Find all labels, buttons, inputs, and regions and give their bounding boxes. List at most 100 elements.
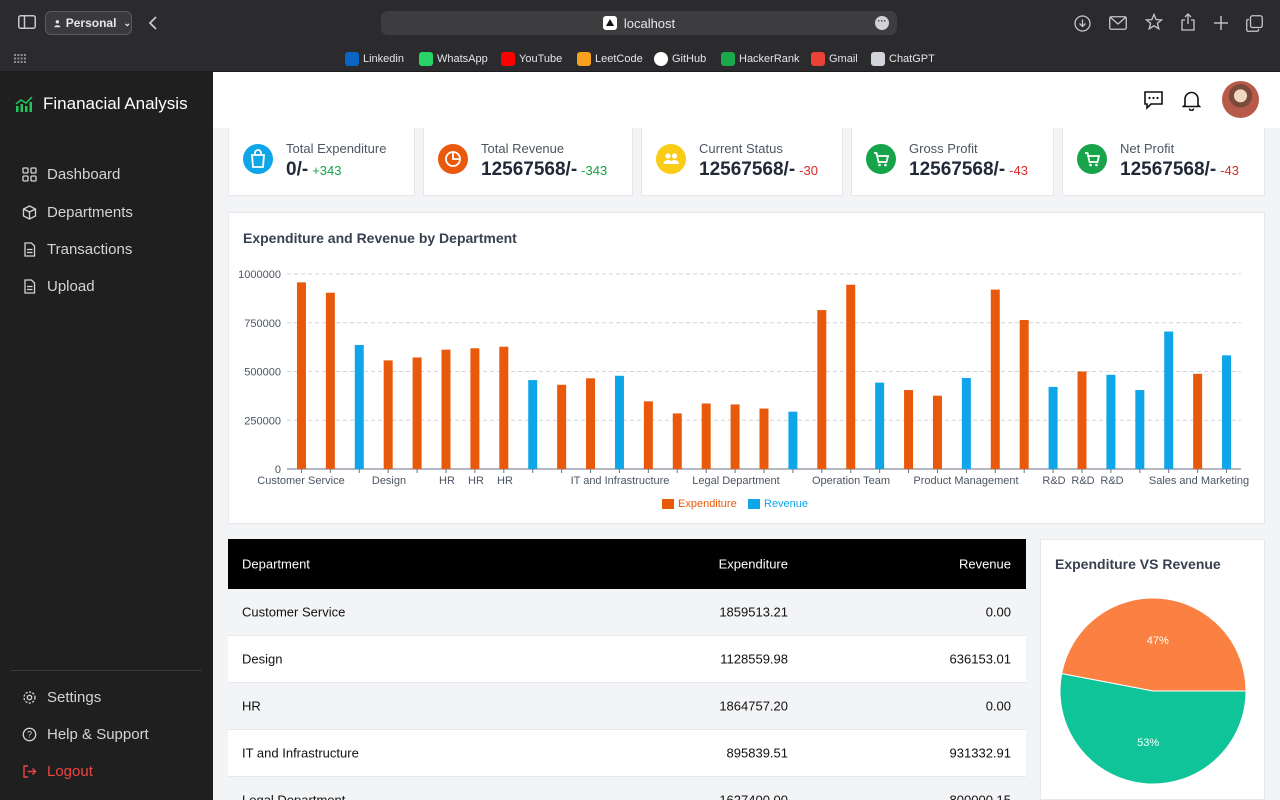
- stat-delta: -30: [799, 163, 818, 178]
- x-tick-label: Design: [372, 475, 406, 487]
- download-icon[interactable]: [1073, 14, 1091, 32]
- x-tick-label: R&D: [1071, 475, 1094, 487]
- avatar[interactable]: [1222, 81, 1259, 118]
- bookmark-github[interactable]: GitHub: [654, 52, 706, 66]
- sidebar-item-dashboard[interactable]: Dashboard: [22, 164, 120, 184]
- tab-overview-icon[interactable]: [1245, 14, 1263, 32]
- sidebar-item-help[interactable]: ? Help & Support: [22, 724, 149, 744]
- stat-title: Total Expenditure: [286, 141, 387, 156]
- sidebar-item-label: Logout: [47, 762, 93, 780]
- bar-revenue: [528, 380, 538, 469]
- bar-expenditure: [643, 401, 653, 469]
- stat-delta: +343: [312, 163, 342, 178]
- x-tick-label: Sales and Marketing: [1149, 475, 1249, 487]
- chat-icon[interactable]: [1143, 90, 1165, 112]
- brand-name: Finanacial Analysis: [43, 94, 188, 113]
- bookmark-gmail[interactable]: Gmail: [811, 52, 858, 66]
- sidebar-divider: [11, 670, 202, 671]
- cell-department: Design: [242, 651, 283, 667]
- bar-expenditure: [730, 404, 740, 469]
- document-icon: [24, 278, 36, 294]
- sidebar-item-settings[interactable]: Settings: [22, 687, 101, 707]
- stat-card-total-expenditure: Total Expenditure 0/- +343: [228, 128, 415, 196]
- more-icon[interactable]: ···: [875, 16, 889, 30]
- table-header: Department Expenditure Revenue: [228, 539, 1026, 589]
- bookmark-youtube[interactable]: YouTube: [501, 52, 562, 66]
- bookmark-hackerrank[interactable]: HackerRank: [721, 52, 800, 66]
- stat-title: Current Status: [699, 141, 783, 156]
- url-bar[interactable]: localhost ···: [381, 11, 897, 35]
- sidebar-item-upload[interactable]: Upload: [22, 276, 95, 296]
- cell-revenue: 0.00: [985, 698, 1011, 714]
- site-favicon-icon: [602, 16, 617, 30]
- sidebar-item-logout[interactable]: Logout: [22, 761, 93, 781]
- apps-grid-icon[interactable]: [14, 52, 26, 64]
- stat-title: Net Profit: [1120, 141, 1175, 156]
- bookmark-whatsapp[interactable]: WhatsApp: [419, 52, 488, 66]
- table-row[interactable]: Customer Service 1859513.21 0.00: [228, 589, 1026, 636]
- bookmark-linkedin[interactable]: Linkedin: [345, 52, 404, 66]
- star-icon[interactable]: [1145, 13, 1163, 31]
- bookmark-chatgpt[interactable]: ChatGPT: [871, 52, 935, 66]
- linkedin-icon: [345, 52, 359, 66]
- column-header-expenditure[interactable]: Expenditure: [719, 557, 788, 572]
- bar-expenditure: [557, 384, 567, 469]
- new-tab-icon[interactable]: [1213, 15, 1229, 31]
- chart-legend: Expenditure Revenue: [662, 498, 808, 510]
- cell-expenditure: 1128559.98: [720, 651, 788, 667]
- youtube-icon: [501, 52, 515, 66]
- stat-value: 12567568/- -30: [699, 159, 818, 181]
- sidebar-item-departments[interactable]: Departments: [22, 202, 133, 222]
- cell-expenditure: 1859513.21: [719, 604, 788, 620]
- bar-revenue: [788, 411, 798, 469]
- x-tick-label: Legal Department: [692, 475, 779, 487]
- sidebar-item-label: Transactions: [47, 240, 133, 258]
- stat-amount: 12567568/-: [1120, 159, 1217, 180]
- department-table: Department Expenditure Revenue Customer …: [228, 539, 1026, 800]
- users-icon: [656, 144, 686, 174]
- cell-expenditure: 895839.51: [726, 745, 788, 761]
- bar-revenue: [1048, 386, 1058, 469]
- x-tick-label: HR: [497, 475, 513, 487]
- grid-icon: [22, 166, 37, 182]
- bar-revenue: [1135, 390, 1145, 469]
- cart-icon: [866, 144, 896, 174]
- share-icon[interactable]: [1180, 13, 1196, 31]
- top-header: [213, 72, 1280, 128]
- stat-delta: -43: [1220, 163, 1239, 178]
- bar-revenue: [1164, 331, 1174, 469]
- column-header-department[interactable]: Department: [242, 557, 310, 572]
- cell-revenue: 800000.15: [949, 792, 1011, 800]
- bell-icon[interactable]: [1181, 90, 1204, 112]
- table-row[interactable]: IT and Infrastructure 895839.51 931332.91: [228, 730, 1026, 777]
- sidebar-item-label: Settings: [47, 688, 102, 706]
- logout-icon: [23, 764, 37, 778]
- profile-button[interactable]: Personal ⌄: [45, 11, 132, 35]
- sidebar-toggle-icon[interactable]: [18, 14, 36, 30]
- table-row[interactable]: Legal Department 1627400.00 800000.15: [228, 777, 1026, 800]
- bar-expenditure: [817, 310, 827, 469]
- cell-expenditure: 1627400.00: [719, 792, 788, 800]
- table-row[interactable]: Design 1128559.98 636153.01: [228, 636, 1026, 683]
- mail-icon[interactable]: [1108, 15, 1128, 31]
- brand[interactable]: Finanacial Analysis: [15, 94, 188, 114]
- sidebar-item-label: Departments: [47, 203, 133, 221]
- bookmark-label: Gmail: [829, 53, 858, 65]
- cell-revenue: 931332.91: [949, 745, 1011, 761]
- stat-value: 12567568/- -43: [909, 159, 1028, 181]
- bookmark-label: ChatGPT: [889, 53, 935, 65]
- bookmark-leetcode[interactable]: LeetCode: [577, 52, 643, 66]
- pie-chart-icon: [438, 144, 468, 174]
- whatsapp-icon: [419, 52, 433, 66]
- expenditure-vs-revenue-panel: Expenditure VS Revenue 47% 53%: [1040, 539, 1265, 800]
- stat-value: 0/- +343: [286, 159, 341, 181]
- column-header-revenue[interactable]: Revenue: [959, 557, 1011, 572]
- bar-expenditure: [499, 346, 509, 469]
- bar-expenditure: [325, 292, 335, 469]
- x-tick-label: Customer Service: [257, 475, 344, 487]
- sidebar-item-transactions[interactable]: Transactions: [22, 239, 132, 259]
- back-icon[interactable]: [146, 14, 160, 32]
- stat-amount: 12567568/-: [481, 159, 578, 180]
- table-row[interactable]: HR 1864757.20 0.00: [228, 683, 1026, 730]
- stat-delta: -343: [581, 163, 608, 178]
